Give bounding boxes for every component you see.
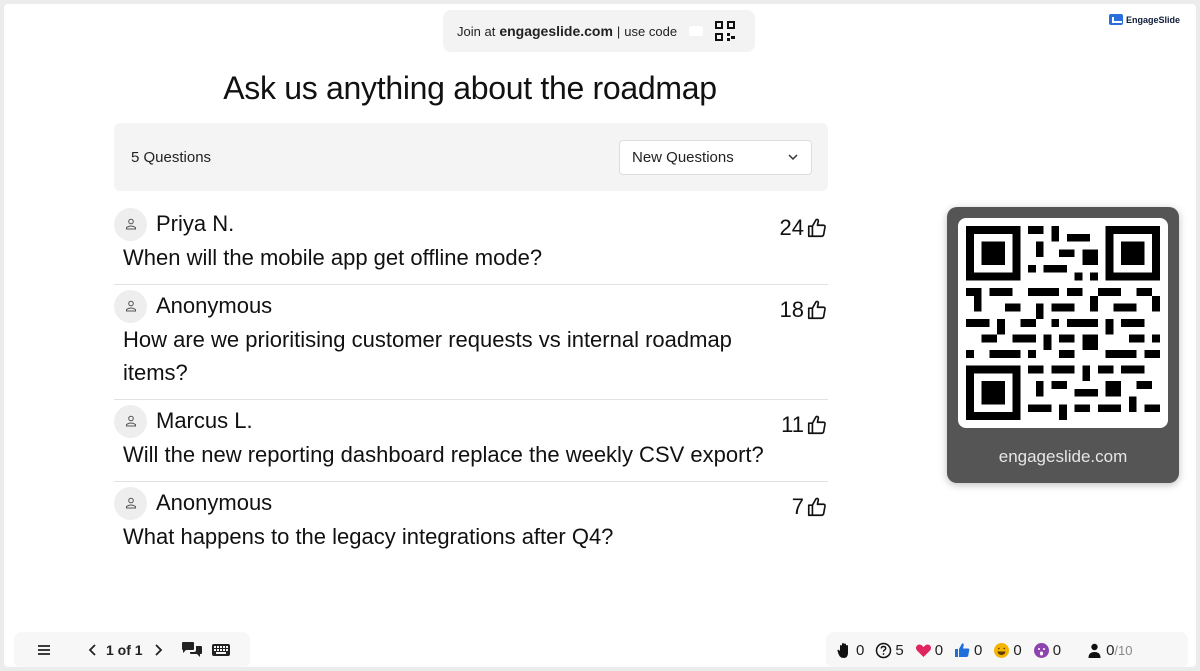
question-author: Priya N.: [156, 211, 235, 236]
qa-toolbar: 5 Questions New Questions: [114, 123, 828, 191]
avatar: [114, 486, 147, 520]
avatar: [114, 289, 147, 323]
chevron-right-icon[interactable]: [151, 643, 165, 657]
sort-value: New Questions: [632, 148, 734, 166]
question-count-badge: 5: [895, 641, 904, 659]
laugh-emoji-icon: [994, 642, 1010, 658]
chat-icon[interactable]: [181, 641, 203, 659]
qr-code-icon[interactable]: [715, 21, 736, 41]
thumbs-up-icon: [807, 300, 826, 320]
question-author: Anonymous: [156, 293, 273, 318]
brand-logo: EngageSlide: [1108, 14, 1180, 25]
thumbs-up-icon: [807, 497, 826, 517]
user-icon: [125, 218, 136, 230]
raised-hand-icon: [837, 642, 848, 658]
reaction-bar: 0 5 0 0 0 0 0 /10: [826, 632, 1188, 667]
vote-count: 11: [781, 412, 804, 437]
question-item: Priya N. 24 When will the mobile app get…: [114, 203, 828, 285]
qr-code: [958, 218, 1168, 428]
menu-icon[interactable]: [36, 642, 52, 658]
presenter-controls: 1 of 1: [14, 632, 250, 667]
thumbs-counter[interactable]: 0: [954, 642, 982, 659]
join-prefix: Join at: [457, 23, 496, 39]
qr-url-label: engageslide.com: [998, 447, 1128, 466]
question-counter[interactable]: 5: [875, 641, 904, 659]
wow-count: 0: [1052, 641, 1062, 659]
use-code-label: use code: [624, 23, 678, 39]
wow-counter[interactable]: 0: [1033, 642, 1061, 659]
thumbs-up-icon: [807, 218, 826, 238]
question-author: Marcus L.: [156, 408, 253, 433]
question-list: Priya N. 24 When will the mobile app get…: [114, 203, 828, 563]
sort-dropdown[interactable]: New Questions: [619, 139, 812, 175]
join-banner: Join at engageslide.com | use code: [443, 10, 755, 52]
question-text: Will the new reporting dashboard replace…: [123, 442, 764, 467]
separator: |: [616, 23, 621, 39]
question-circle-icon: [876, 642, 892, 658]
participants-total: /10: [1114, 642, 1133, 658]
qr-join-card: engageslide.com: [947, 207, 1179, 483]
brand-icon: [1108, 14, 1123, 25]
vote-count: 18: [779, 297, 804, 322]
chevron-down-icon: [788, 154, 798, 161]
laugh-count: 0: [1013, 641, 1022, 659]
qr-code-image: [966, 226, 1160, 420]
vote-count: 7: [791, 494, 804, 519]
question-text: What happens to the legacy integrations …: [123, 524, 614, 549]
user-icon: [125, 415, 136, 427]
question-text: How are we prioritising customer request…: [123, 327, 732, 385]
keyboard-icon[interactable]: [211, 642, 231, 658]
chevron-left-icon[interactable]: [86, 643, 100, 657]
slide-title: Ask us anything about the roadmap: [223, 70, 717, 106]
raise-hand-counter[interactable]: 0: [836, 642, 864, 659]
vote-count: 24: [779, 215, 804, 240]
upvote-button[interactable]: 24: [780, 215, 828, 241]
join-domain: engageslide.com: [499, 23, 613, 39]
page-indicator: 1 of 1: [106, 642, 143, 658]
question-item: Marcus L. 11 Will the new reporting dash…: [114, 400, 828, 482]
person-icon: [1088, 643, 1101, 658]
wow-emoji-icon: [1033, 642, 1049, 658]
thumbs-count: 0: [974, 641, 983, 659]
presentation-stage: Join at engageslide.com | use code Engag…: [4, 4, 1196, 667]
participants-count: 0: [1106, 641, 1115, 659]
avatar: [114, 207, 147, 241]
question-author: Anonymous: [156, 490, 273, 515]
heart-count: 0: [934, 641, 944, 659]
upvote-button[interactable]: 7: [792, 494, 828, 520]
raise-hand-count: 0: [856, 641, 865, 659]
heart-icon: [915, 644, 931, 657]
question-count: 5 Questions: [131, 148, 212, 166]
thumbs-up-icon: [807, 415, 826, 435]
heart-counter[interactable]: 0: [915, 642, 943, 659]
code-value: [689, 26, 704, 36]
user-icon: [125, 497, 136, 509]
participants-counter[interactable]: 0 /10: [1086, 642, 1132, 659]
user-icon: [125, 300, 136, 312]
question-text: When will the mobile app get offline mod…: [123, 245, 543, 270]
upvote-button[interactable]: 11: [781, 412, 828, 438]
avatar: [114, 404, 147, 438]
question-item: Anonymous 7 What happens to the legacy i…: [114, 482, 828, 563]
thumbs-up-reaction-icon: [955, 642, 970, 657]
laugh-counter[interactable]: 0: [993, 641, 1022, 659]
question-item: Anonymous 18 How are we prioritising cus…: [114, 285, 828, 400]
upvote-button[interactable]: 18: [780, 297, 828, 323]
brand-name: EngageSlide: [1125, 14, 1180, 25]
